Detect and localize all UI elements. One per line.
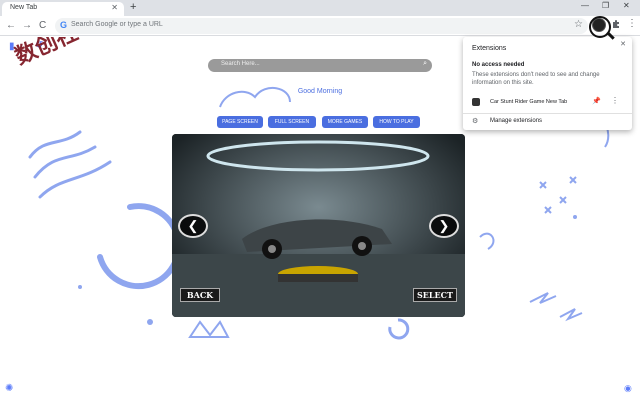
page-screen-button[interactable]: PAGE SCREEN xyxy=(217,116,263,128)
full-screen-button[interactable]: FULL SCREEN xyxy=(268,116,316,128)
more-games-button[interactable]: MORE GAMES xyxy=(322,116,368,128)
popup-close-icon[interactable]: ✕ xyxy=(620,40,626,48)
extensions-popup: Extensions ✕ No access needed These exte… xyxy=(463,37,632,130)
address-placeholder: Search Google or type a URL xyxy=(71,21,163,28)
tab-strip: New Tab ✕ + — ❐ ✕ xyxy=(0,0,640,16)
bookmark-star-icon[interactable]: ☆ xyxy=(574,19,583,30)
browser-toolbar: ← → C G Search Google or type a URL ☆ xyxy=(0,16,640,36)
tab-close-icon[interactable]: ✕ xyxy=(111,3,118,12)
info-icon[interactable]: ◉ xyxy=(624,383,632,394)
google-icon: G xyxy=(60,20,68,30)
how-to-play-button[interactable]: HOW TO PLAY xyxy=(373,116,420,128)
popup-section-heading: No access needed xyxy=(472,62,525,68)
manage-extensions-label: Manage extensions xyxy=(490,118,543,124)
back-icon[interactable]: ← xyxy=(6,19,16,33)
restore-icon[interactable]: ❐ xyxy=(602,1,609,10)
extension-name: Car Stunt Rider Game New Tab xyxy=(490,99,568,105)
popup-title: Extensions xyxy=(472,45,507,52)
search-placeholder: Search Here... xyxy=(221,61,260,67)
game-frame[interactable]: ❮ ❯ BACK SELECT xyxy=(172,134,465,317)
new-tab-button[interactable]: + xyxy=(130,1,136,13)
window-close-icon[interactable]: ✕ xyxy=(623,1,630,10)
address-bar[interactable]: G Search Google or type a URL ☆ xyxy=(55,18,588,34)
pin-icon[interactable]: 📌 xyxy=(592,97,601,105)
extension-row[interactable]: Car Stunt Rider Game New Tab 📌 ⋮ xyxy=(463,95,632,109)
pill-label: FULL SCREEN xyxy=(274,119,310,125)
pill-label: MORE GAMES xyxy=(327,119,363,125)
popup-description: These extensions don't need to see and c… xyxy=(472,72,600,86)
pill-label: PAGE SCREEN xyxy=(222,119,258,125)
gear-icon: ⚙ xyxy=(472,118,479,125)
search-icon[interactable]: ⌕ xyxy=(423,60,427,68)
gear-icon[interactable]: ✺ xyxy=(5,383,13,394)
forward-icon[interactable]: → xyxy=(22,19,32,33)
tab-new-tab[interactable]: New Tab ✕ xyxy=(2,2,124,16)
next-car-button[interactable]: ❯ xyxy=(429,214,459,238)
puzzle-icon[interactable] xyxy=(611,19,621,29)
previous-car-button[interactable]: ❮ xyxy=(178,214,208,238)
game-back-button[interactable]: BACK xyxy=(180,288,220,302)
reload-icon[interactable]: C xyxy=(39,19,46,33)
popup-divider xyxy=(463,113,632,114)
minimize-icon[interactable]: — xyxy=(581,1,589,10)
car-extension-icon xyxy=(472,98,480,106)
tab-title: New Tab xyxy=(10,4,38,11)
extension-menu-icon[interactable]: ⋮ xyxy=(611,96,619,105)
pill-label: HOW TO PLAY xyxy=(379,119,414,125)
extension-avatar-icon[interactable] xyxy=(592,18,606,32)
game-select-button[interactable]: SELECT xyxy=(413,288,457,302)
search-input[interactable]: Search Here... ⌕ xyxy=(208,59,432,72)
browser-menu-icon[interactable]: ⋮ xyxy=(627,18,637,29)
manage-extensions-button[interactable]: ⚙ Manage extensions xyxy=(463,116,632,128)
